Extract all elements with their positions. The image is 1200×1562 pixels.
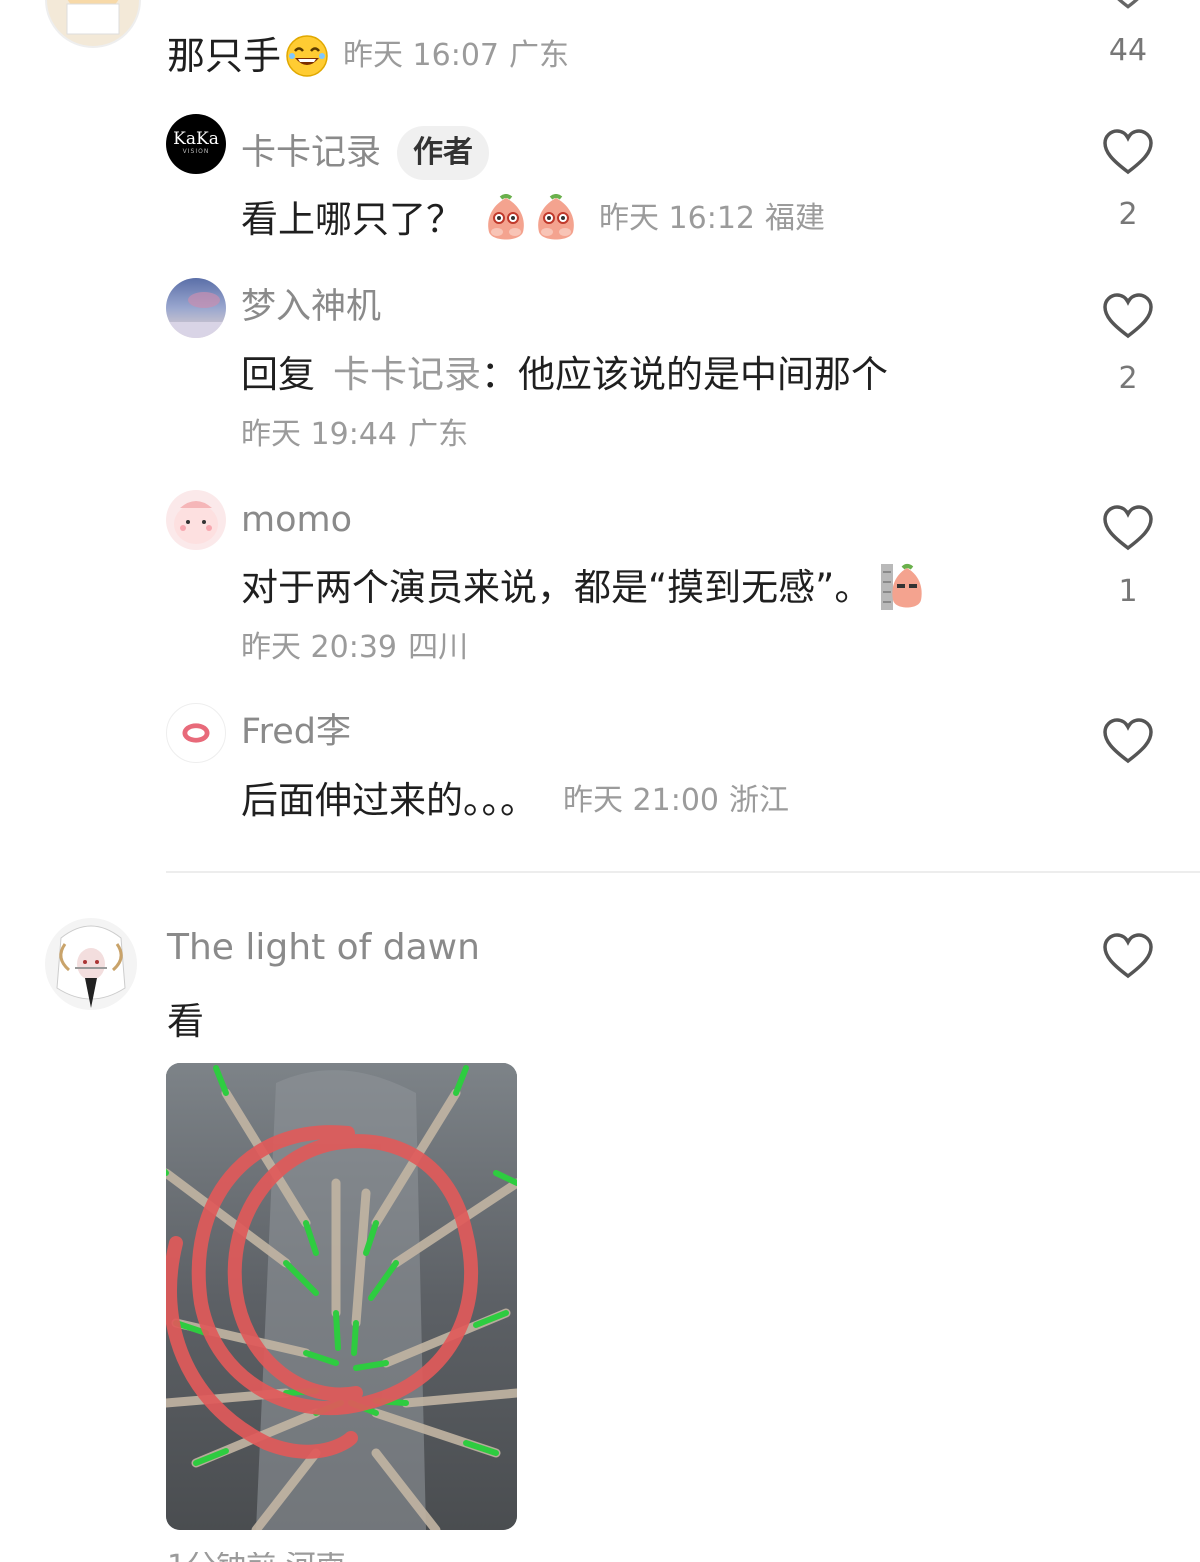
reply-heart-icon[interactable] [1102,504,1154,556]
reply-like-count: 2 [1118,361,1138,396]
top-comment-heart-icon[interactable] [1106,0,1150,10]
avatar-fred[interactable] [166,703,226,763]
comment-heart-icon[interactable] [1102,932,1154,984]
reply-username[interactable]: 梦入神机 [241,290,381,325]
reply-time: 昨天 20:39 [241,630,397,665]
comment-username[interactable]: The light of dawn [167,930,480,966]
reply-time: 昨天 21:00 [563,782,719,818]
reply-text: 对于两个演员来说，都是“摸到无感”。 [241,565,872,609]
reply-heart-icon[interactable] [1102,717,1154,769]
reply-prefix: 回复 [241,353,315,396]
avatar-kaka-subtext: VISION [182,148,210,155]
reply-like-count: 2 [1118,197,1138,232]
reply-heart-icon[interactable] [1102,128,1154,180]
author-badge: 作者 [397,126,490,180]
top-comment-like-count: 44 [1108,33,1148,68]
peach-shy-emoji [483,194,529,244]
top-comment-text: 那只手 [167,34,282,78]
avatar-light-of-dawn[interactable] [45,918,137,1010]
reply-text: 后面伸过来的。。。 [241,779,537,822]
reply-username[interactable]: Fred李 [241,715,351,750]
avatar-momo[interactable] [166,490,226,550]
reply-location: 四川 [408,630,469,665]
reply-username[interactable]: momo [241,503,352,538]
reply-location: 浙江 [729,782,789,818]
reply-username[interactable]: 卡卡记录 [241,135,381,171]
avatar-top-commenter[interactable] [45,0,141,48]
top-comment-time: 昨天 16:07 [343,38,500,73]
comment-text: 看 [167,1000,204,1043]
reply-time: 昨天 16:12 [599,201,755,236]
laugh-emoji [285,34,329,78]
top-comment-location: 广东 [509,38,570,73]
reply-time: 昨天 19:44 [241,417,397,452]
peach-shy-emoji [533,194,579,244]
comment-attached-image[interactable] [166,1063,517,1530]
comment-footer-partial: 1分钟前 河南 [167,1552,346,1562]
reply-location: 福建 [765,201,825,236]
peach-peek-emoji [879,562,925,612]
avatar-kaka-text: KaKa [173,129,219,149]
avatar-mengru[interactable] [166,278,226,338]
reply-text: ：他应该说的是中间那个 [481,353,888,396]
reply-like-count: 1 [1118,574,1138,609]
avatar-kaka[interactable]: KaKa VISION [166,114,226,174]
reply-location: 广东 [408,417,469,452]
reply-mention[interactable]: 卡卡记录 [333,353,481,396]
reply-heart-icon[interactable] [1102,292,1154,344]
reply-text: 看上哪只了？ [241,197,463,241]
comment-divider [166,871,1200,873]
